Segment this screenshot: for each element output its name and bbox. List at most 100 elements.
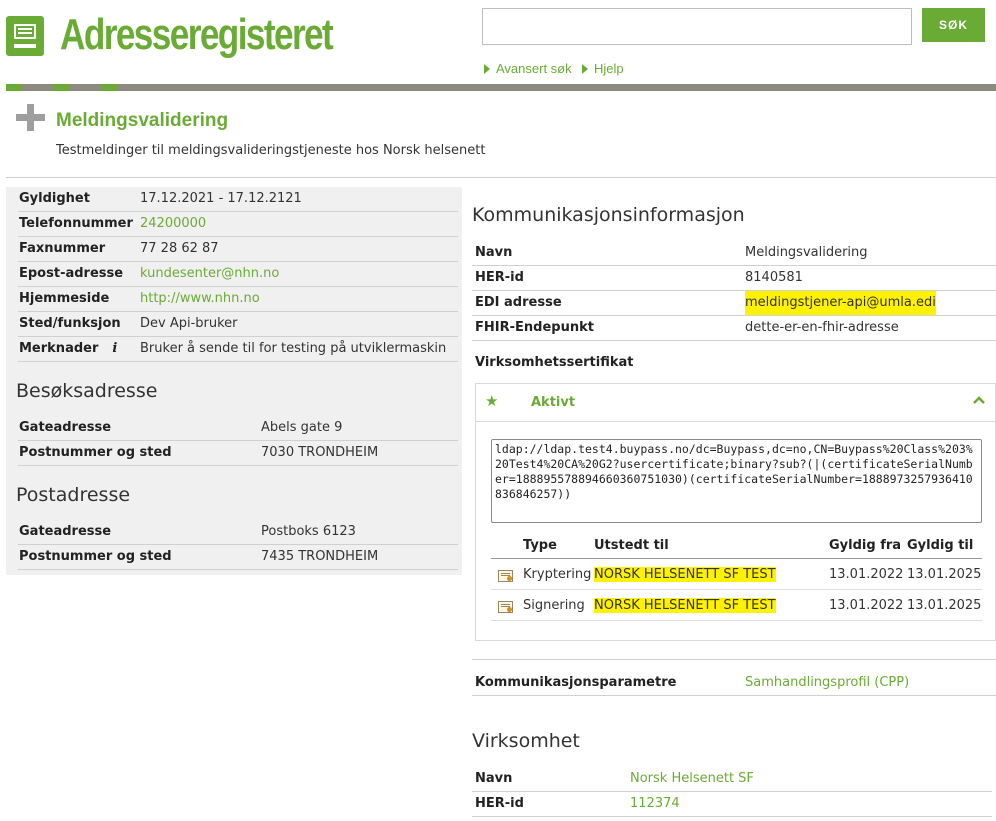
visit-address-heading: Besøksadresse [16,380,158,402]
detail-label: Postnummer og sted [19,549,172,564]
column-header: Gyldig fra [829,538,902,553]
divider [6,177,996,178]
info-icon[interactable]: i [112,337,117,361]
column-header: Type [523,538,557,553]
detail-value: Dev Api-bruker [140,316,238,331]
detail-value: 7435 TRONDHEIM [261,549,379,564]
column-header: Gyldig til [907,538,974,553]
cert-type: Kryptering [523,567,592,582]
detail-label: Gateadresse [19,524,112,539]
header-tab-marker [6,84,22,91]
arrow-right-icon [484,64,490,74]
table-row[interactable]: Kryptering NORSK HELSENETT SF TEST 13.01… [491,559,982,590]
header-divider [6,84,996,91]
detail-value: Abels gate 9 [261,420,343,435]
certificate-heading: Virksomhetssertifikat [475,355,634,370]
certificate-table: Type Utstedt til Gyldig fra Gyldig til K… [491,532,982,621]
plus-icon[interactable] [16,104,45,131]
help-link[interactable]: Hjelp [582,61,624,76]
detail-row-phone: Telefonnummer 24200000 [18,212,458,237]
header-tab-marker [53,84,69,91]
edi-address-value: meldingstjener-api@umla.edi [745,291,936,315]
header-tab-marker [101,84,117,91]
phone-link[interactable]: 24200000 [140,212,206,236]
ldap-url-field[interactable]: ldap://ldap.test4.buypass.no/dc=Buypass,… [491,439,982,523]
cert-issued-to: NORSK HELSENETT SF TEST [594,567,776,582]
postal-address-heading: Postadresse [16,484,131,506]
email-link[interactable]: kundesenter@nhn.no [140,262,279,286]
detail-label: Sted/funksjon [19,316,121,331]
comm-label: HER-id [475,270,524,285]
detail-label: Gyldighet [19,191,90,206]
detail-label: Merknader i [19,337,117,361]
comm-value: dette-er-en-fhir-adresse [745,320,899,335]
details-panel: Gyldighet 17.12.2021 - 17.12.2121 Telefo… [6,187,462,575]
detail-row-fax: Faxnummer 77 28 62 87 [18,237,458,262]
cert-valid-from: 13.01.2022 [829,598,904,613]
detail-row-notes: Merknader i Bruker å sende til for testin… [18,337,458,362]
page-title: Meldingsvalidering [56,110,229,131]
detail-label: Hjemmeside [19,291,110,306]
table-row[interactable]: Signering NORSK HELSENETT SF TEST 13.01.… [491,590,982,621]
detail-row-homepage: Hjemmeside http://www.nhn.no [18,287,458,312]
visit-street-row: Gateadresse Abels gate 9 [18,416,458,441]
chevron-up-icon[interactable] [973,394,985,406]
comm-row-edi: EDI adresse meldingstjener-api@umla.edi [472,291,996,316]
detail-value: 17.12.2021 - 17.12.2121 [140,191,302,206]
detail-row-email: Epost-adresse kundesenter@nhn.no [18,262,458,287]
detail-label: Faxnummer [19,241,106,256]
detail-row-validity: Gyldighet 17.12.2021 - 17.12.2121 [18,187,458,212]
homepage-link[interactable]: http://www.nhn.no [140,287,260,311]
certificate-accordion-header[interactable]: ★ Aktivt [476,384,995,422]
cert-valid-to: 13.01.2025 [907,567,982,582]
certificate-panel: ★ Aktivt ldap://ldap.test4.buypass.no/dc… [475,383,996,641]
cpp-profile-link[interactable]: Samhandlingsprofil (CPP) [745,671,909,695]
org-row-her-id: HER-id 112374 [472,792,992,817]
detail-value: Bruker å sende til for testing på utvikl… [140,341,447,356]
comm-params-label: Kommunikasjonsparametre [475,675,677,690]
app-title[interactable]: Adresseregisteret [60,10,334,60]
table-header: Type Utstedt til Gyldig fra Gyldig til [491,532,982,559]
organization-heading: Virksomhet [472,730,580,752]
detail-label: Postnummer og sted [19,445,172,460]
search-button[interactable]: SØK [922,8,985,42]
detail-label: Epost-adresse [19,266,124,281]
comm-value: Meldingsvalidering [745,245,868,260]
arrow-right-icon [582,64,588,74]
comm-label: EDI adresse [475,295,562,310]
detail-label: Gateadresse [19,420,112,435]
certificate-icon[interactable] [498,570,513,582]
comm-row-name: Navn Meldingsvalidering [472,241,996,266]
detail-value: 7030 TRONDHEIM [261,445,379,460]
cert-valid-from: 13.01.2022 [829,567,904,582]
search-input[interactable] [482,8,912,45]
org-name-link[interactable]: Norsk Helsenett SF [630,767,754,791]
detail-value: Postboks 6123 [261,524,356,539]
advanced-search-link[interactable]: Avansert søk [484,61,572,76]
column-header: Utstedt til [594,538,669,553]
page-subtitle: Testmeldinger til meldingsvalideringstje… [56,143,486,158]
cert-issued-to: NORSK HELSENETT SF TEST [594,598,776,613]
comm-value: 8140581 [745,270,803,285]
communication-heading: Kommunikasjonsinformasjon [472,204,745,226]
detail-row-function: Sted/funksjon Dev Api-bruker [18,312,458,337]
certificate-icon[interactable] [498,601,513,613]
org-label: HER-id [475,796,524,811]
postal-street-row: Gateadresse Postboks 6123 [18,520,458,545]
comm-row-her-id: HER-id 8140581 [472,266,996,291]
org-her-id-link[interactable]: 112374 [630,792,680,816]
certificate-status: Aktivt [531,395,576,410]
divider [472,659,996,660]
comm-label: Navn [475,245,513,260]
postal-postcode-row: Postnummer og sted 7435 TRONDHEIM [18,545,458,570]
cert-type: Signering [523,598,585,613]
star-icon: ★ [485,392,499,410]
detail-value: 77 28 62 87 [140,241,219,256]
org-label: Navn [475,771,513,786]
comm-params-row: Kommunikasjonsparametre Samhandlingsprof… [472,671,996,696]
comm-label: FHIR-Endepunkt [475,320,594,335]
cert-valid-to: 13.01.2025 [907,598,982,613]
app-logo-icon[interactable] [6,16,44,56]
org-row-name: Navn Norsk Helsenett SF [472,767,992,792]
comm-row-fhir: FHIR-Endepunkt dette-er-en-fhir-adresse [472,316,996,341]
